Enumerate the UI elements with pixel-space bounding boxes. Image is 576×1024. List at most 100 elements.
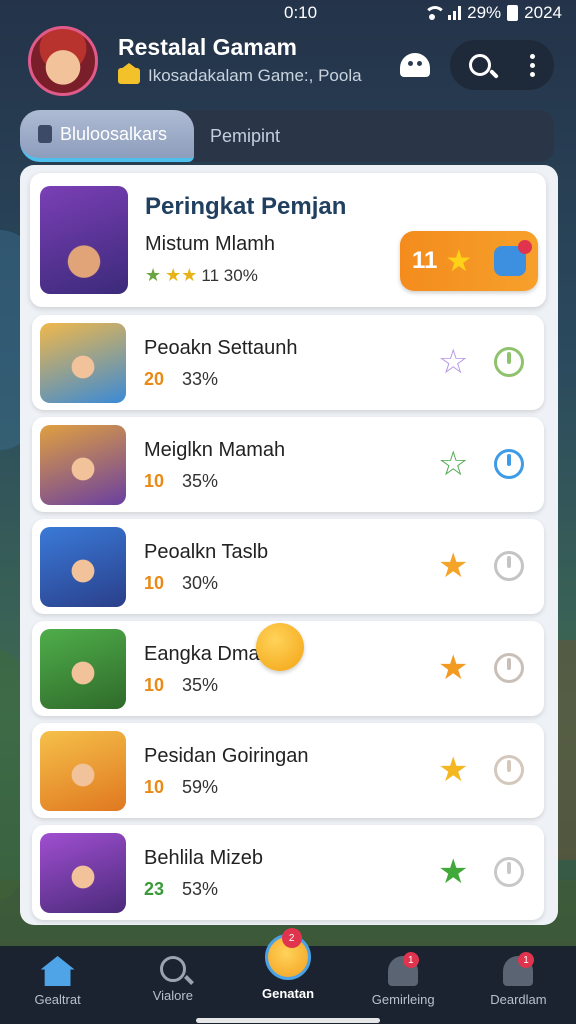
player-row[interactable]: Meiglkn Mamah 10 35% ☆ <box>32 417 544 512</box>
nav-item-home[interactable]: Gealtrat <box>0 946 115 1024</box>
star-icon: ★ <box>445 244 473 278</box>
star-icon: ★★ <box>165 265 198 285</box>
favorite-star-icon[interactable]: ★ <box>438 753 468 787</box>
player-row[interactable]: Pesidan Goiringan 10 59% ★ <box>32 723 544 818</box>
notifications-button[interactable] <box>392 42 438 88</box>
nav-label: Deardlam <box>490 992 547 1007</box>
favorite-star-icon[interactable]: ★ <box>438 549 468 583</box>
tab-label: Pemipint <box>210 125 281 146</box>
player-percent: 33% <box>182 369 219 389</box>
player-stats: 23 53% <box>144 879 218 900</box>
player-row[interactable]: Peoakn Settaunh 20 33% ☆ <box>32 315 544 410</box>
home-icon <box>40 956 75 986</box>
favorite-star-icon[interactable]: ★ <box>438 855 468 889</box>
featured-rating-text: 11 30% <box>201 265 258 285</box>
nav-label: Gemirleing <box>371 992 435 1007</box>
nav-item-explore[interactable]: Vialore <box>115 946 230 1024</box>
notification-badge: 2 <box>281 928 302 948</box>
nav-label: Vialore <box>152 988 193 1003</box>
status-time: 0:10 <box>284 3 318 22</box>
player-stats: 20 33% <box>144 369 218 390</box>
player-thumbnail <box>40 629 126 709</box>
player-name: Meiglkn Mamah <box>144 439 286 461</box>
player-name: Eangka Dmalr <box>144 643 271 665</box>
gift-icon[interactable] <box>494 240 533 276</box>
page-subtitle: Ikosadakalam Game:, Poola <box>148 66 362 85</box>
more-options-icon[interactable] <box>529 53 535 77</box>
player-score: 20 <box>144 369 165 389</box>
crown-icon <box>118 63 140 84</box>
player-row[interactable]: Peoalkn Taslb 10 30% ★ <box>32 519 544 614</box>
nav-label: Genatan <box>262 986 315 1001</box>
search-icon[interactable] <box>469 54 492 76</box>
player-name: Pesidan Goiringan <box>144 745 309 767</box>
status-year: 2024 <box>524 3 562 22</box>
player-score: 10 <box>144 471 165 491</box>
player-thumbnail <box>40 323 126 403</box>
featured-player: Mistum Mlamh <box>145 233 276 255</box>
signal-icon <box>448 6 462 20</box>
featured-title: Peringkat Pemjan <box>145 193 347 220</box>
player-name: Behlila Mizeb <box>144 847 263 869</box>
player-score: 10 <box>144 777 165 797</box>
power-icon[interactable] <box>494 551 524 581</box>
nav-item-ranking[interactable]: 1 Gemirleing <box>346 946 461 1024</box>
battery-icon <box>507 5 519 21</box>
badge-count: 11 <box>412 247 438 274</box>
featured-thumbnail <box>40 186 128 294</box>
player-name: Peoalkn Taslb <box>144 541 269 563</box>
coin-icon <box>256 623 304 671</box>
player-score: 23 <box>144 879 165 899</box>
player-percent: 59% <box>182 777 219 797</box>
player-thumbnail <box>40 425 126 505</box>
battery-percent: 29% <box>467 3 502 22</box>
player-percent: 53% <box>182 879 219 899</box>
power-icon[interactable] <box>494 653 524 683</box>
tab-leaderboard[interactable]: Bluloosalkars <box>20 110 194 162</box>
notification-badge: 1 <box>402 952 419 968</box>
player-thumbnail <box>40 527 126 607</box>
player-score: 10 <box>144 573 165 593</box>
player-percent: 30% <box>182 573 219 593</box>
wifi-icon <box>422 6 447 20</box>
tab-bar: Bluloosalkars Pemipint <box>20 110 554 162</box>
player-score: 10 <box>144 675 165 695</box>
power-icon[interactable] <box>494 347 524 377</box>
power-icon[interactable] <box>494 857 524 887</box>
home-indicator[interactable] <box>196 1018 380 1023</box>
bottom-navigation: Gealtrat Vialore 2 Genatan 1 Gemirleing … <box>0 928 576 1024</box>
power-icon[interactable] <box>494 449 524 479</box>
page-title: Restalal Gamam <box>118 34 297 60</box>
player-stats: 10 35% <box>144 675 218 696</box>
lock-icon <box>38 125 52 143</box>
leaderboard-panel: Peringkat Pemjan Mistum Mlamh ★ ★★ 11 30… <box>20 165 558 925</box>
star-icon: ★ <box>145 265 162 285</box>
favorite-star-icon[interactable]: ★ <box>438 651 468 685</box>
player-percent: 35% <box>182 471 219 491</box>
subtitle-row: Ikosadakalam Game:, Poola <box>118 63 362 86</box>
app-header: Restalal Gamam Ikosadakalam Game:, Poola <box>0 22 576 110</box>
reward-badge[interactable]: 11 ★ <box>400 231 538 291</box>
notification-badge: 1 <box>518 952 535 968</box>
player-row[interactable]: Behlila Mizeb 23 53% ★ <box>32 825 544 920</box>
search-icon <box>159 956 186 982</box>
player-thumbnail <box>40 833 126 913</box>
nav-item-profile[interactable]: 1 Deardlam <box>461 946 576 1024</box>
nav-label: Gealtrat <box>34 992 81 1007</box>
favorite-star-icon[interactable]: ☆ <box>438 345 468 379</box>
power-icon[interactable] <box>494 755 524 785</box>
favorite-star-icon[interactable]: ☆ <box>438 447 468 481</box>
player-percent: 35% <box>182 675 219 695</box>
avatar[interactable] <box>28 26 98 96</box>
player-stats: 10 35% <box>144 471 218 492</box>
player-name: Peoakn Settaunh <box>144 337 298 359</box>
player-stats: 10 59% <box>144 777 218 798</box>
featured-card[interactable]: Peringkat Pemjan Mistum Mlamh ★ ★★ 11 30… <box>30 173 546 307</box>
player-thumbnail <box>40 731 126 811</box>
mascot-icon <box>400 53 430 77</box>
header-actions <box>450 40 554 90</box>
nav-item-center[interactable]: 2 Genatan <box>230 928 345 1024</box>
tab-second[interactable]: Pemipint <box>194 110 280 162</box>
player-stats: 10 30% <box>144 573 218 594</box>
tab-label: Bluloosalkars <box>60 123 168 144</box>
